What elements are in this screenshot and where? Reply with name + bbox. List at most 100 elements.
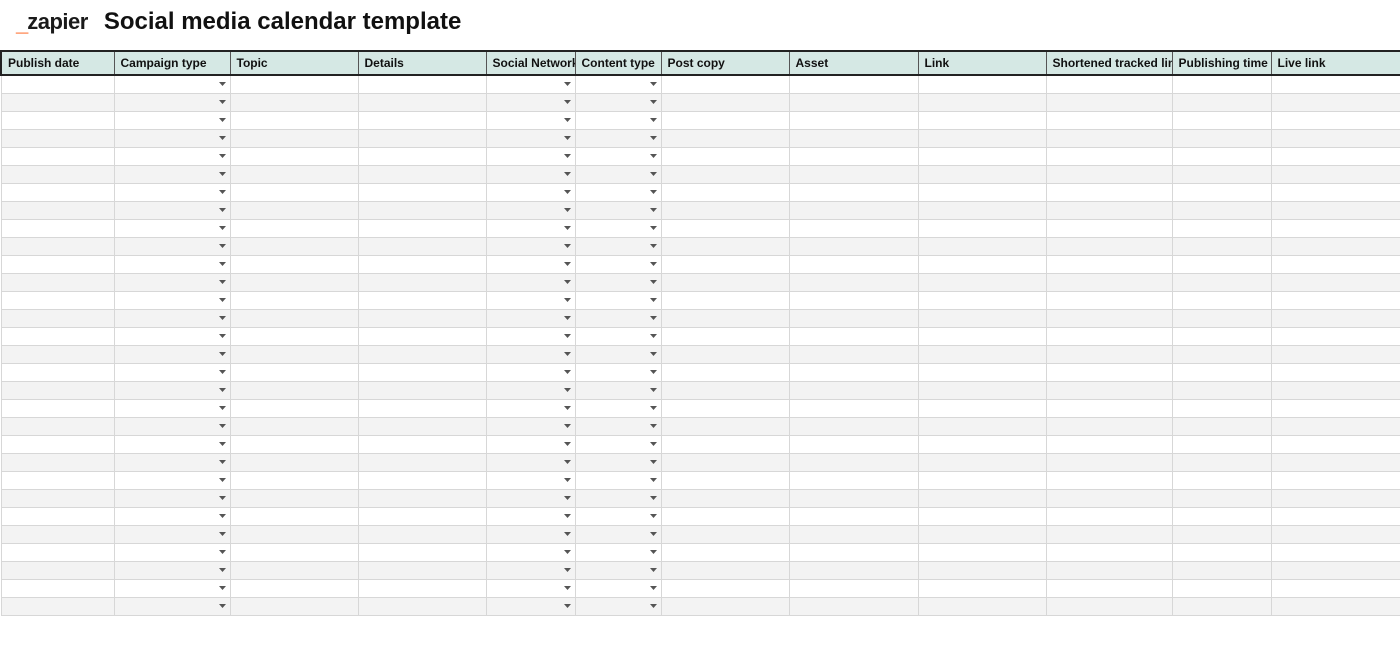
cell[interactable] bbox=[358, 471, 486, 489]
cell[interactable] bbox=[1046, 273, 1172, 291]
dropdown-cell[interactable] bbox=[486, 309, 575, 327]
cell[interactable] bbox=[1046, 507, 1172, 525]
cell[interactable] bbox=[1046, 561, 1172, 579]
cell[interactable] bbox=[1, 579, 114, 597]
dropdown-cell[interactable] bbox=[486, 525, 575, 543]
cell[interactable] bbox=[661, 255, 789, 273]
col-header[interactable]: Shortened tracked link bbox=[1046, 51, 1172, 75]
dropdown-cell[interactable] bbox=[114, 111, 230, 129]
cell[interactable] bbox=[1046, 183, 1172, 201]
cell[interactable] bbox=[661, 345, 789, 363]
cell[interactable] bbox=[358, 579, 486, 597]
cell[interactable] bbox=[1271, 147, 1400, 165]
cell[interactable] bbox=[1172, 273, 1271, 291]
cell[interactable] bbox=[918, 471, 1046, 489]
cell[interactable] bbox=[358, 507, 486, 525]
dropdown-cell[interactable] bbox=[114, 219, 230, 237]
dropdown-cell[interactable] bbox=[114, 543, 230, 561]
cell[interactable] bbox=[230, 543, 358, 561]
dropdown-cell[interactable] bbox=[486, 381, 575, 399]
cell[interactable] bbox=[1172, 417, 1271, 435]
cell[interactable] bbox=[789, 309, 918, 327]
dropdown-cell[interactable] bbox=[575, 417, 661, 435]
cell[interactable] bbox=[358, 129, 486, 147]
col-header[interactable]: Campaign type bbox=[114, 51, 230, 75]
dropdown-cell[interactable] bbox=[486, 75, 575, 93]
cell[interactable] bbox=[358, 327, 486, 345]
cell[interactable] bbox=[1172, 219, 1271, 237]
cell[interactable] bbox=[1, 201, 114, 219]
dropdown-cell[interactable] bbox=[575, 525, 661, 543]
cell[interactable] bbox=[661, 291, 789, 309]
cell[interactable] bbox=[1046, 237, 1172, 255]
cell[interactable] bbox=[1271, 435, 1400, 453]
cell[interactable] bbox=[918, 183, 1046, 201]
cell[interactable] bbox=[358, 219, 486, 237]
cell[interactable] bbox=[1271, 579, 1400, 597]
cell[interactable] bbox=[1, 543, 114, 561]
cell[interactable] bbox=[918, 111, 1046, 129]
dropdown-cell[interactable] bbox=[575, 147, 661, 165]
cell[interactable] bbox=[918, 417, 1046, 435]
cell[interactable] bbox=[661, 183, 789, 201]
cell[interactable] bbox=[1046, 363, 1172, 381]
cell[interactable] bbox=[230, 561, 358, 579]
cell[interactable] bbox=[918, 147, 1046, 165]
cell[interactable] bbox=[661, 543, 789, 561]
col-header[interactable]: Live link bbox=[1271, 51, 1400, 75]
cell[interactable] bbox=[230, 399, 358, 417]
cell[interactable] bbox=[918, 381, 1046, 399]
cell[interactable] bbox=[661, 165, 789, 183]
dropdown-cell[interactable] bbox=[486, 543, 575, 561]
cell[interactable] bbox=[1172, 507, 1271, 525]
cell[interactable] bbox=[1046, 489, 1172, 507]
cell[interactable] bbox=[1046, 525, 1172, 543]
dropdown-cell[interactable] bbox=[114, 381, 230, 399]
cell[interactable] bbox=[789, 561, 918, 579]
cell[interactable] bbox=[918, 93, 1046, 111]
dropdown-cell[interactable] bbox=[486, 183, 575, 201]
dropdown-cell[interactable] bbox=[575, 93, 661, 111]
cell[interactable] bbox=[1046, 309, 1172, 327]
cell[interactable] bbox=[1271, 417, 1400, 435]
cell[interactable] bbox=[661, 363, 789, 381]
cell[interactable] bbox=[1, 237, 114, 255]
cell[interactable] bbox=[1046, 255, 1172, 273]
cell[interactable] bbox=[1046, 129, 1172, 147]
cell[interactable] bbox=[230, 201, 358, 219]
dropdown-cell[interactable] bbox=[114, 345, 230, 363]
cell[interactable] bbox=[918, 543, 1046, 561]
cell[interactable] bbox=[1271, 453, 1400, 471]
cell[interactable] bbox=[918, 435, 1046, 453]
cell[interactable] bbox=[358, 435, 486, 453]
col-header[interactable]: Post copy bbox=[661, 51, 789, 75]
cell[interactable] bbox=[230, 417, 358, 435]
dropdown-cell[interactable] bbox=[486, 291, 575, 309]
cell[interactable] bbox=[661, 435, 789, 453]
cell[interactable] bbox=[1271, 363, 1400, 381]
dropdown-cell[interactable] bbox=[575, 435, 661, 453]
dropdown-cell[interactable] bbox=[575, 255, 661, 273]
cell[interactable] bbox=[1, 183, 114, 201]
cell[interactable] bbox=[230, 237, 358, 255]
dropdown-cell[interactable] bbox=[486, 435, 575, 453]
cell[interactable] bbox=[358, 453, 486, 471]
cell[interactable] bbox=[789, 219, 918, 237]
cell[interactable] bbox=[918, 309, 1046, 327]
cell[interactable] bbox=[1271, 327, 1400, 345]
cell[interactable] bbox=[1, 597, 114, 615]
cell[interactable] bbox=[789, 597, 918, 615]
cell[interactable] bbox=[661, 579, 789, 597]
dropdown-cell[interactable] bbox=[486, 111, 575, 129]
col-header[interactable]: Social Network bbox=[486, 51, 575, 75]
dropdown-cell[interactable] bbox=[575, 219, 661, 237]
cell[interactable] bbox=[661, 381, 789, 399]
cell[interactable] bbox=[1271, 219, 1400, 237]
dropdown-cell[interactable] bbox=[575, 327, 661, 345]
dropdown-cell[interactable] bbox=[114, 327, 230, 345]
cell[interactable] bbox=[1172, 147, 1271, 165]
cell[interactable] bbox=[230, 129, 358, 147]
cell[interactable] bbox=[230, 291, 358, 309]
dropdown-cell[interactable] bbox=[486, 273, 575, 291]
dropdown-cell[interactable] bbox=[486, 147, 575, 165]
